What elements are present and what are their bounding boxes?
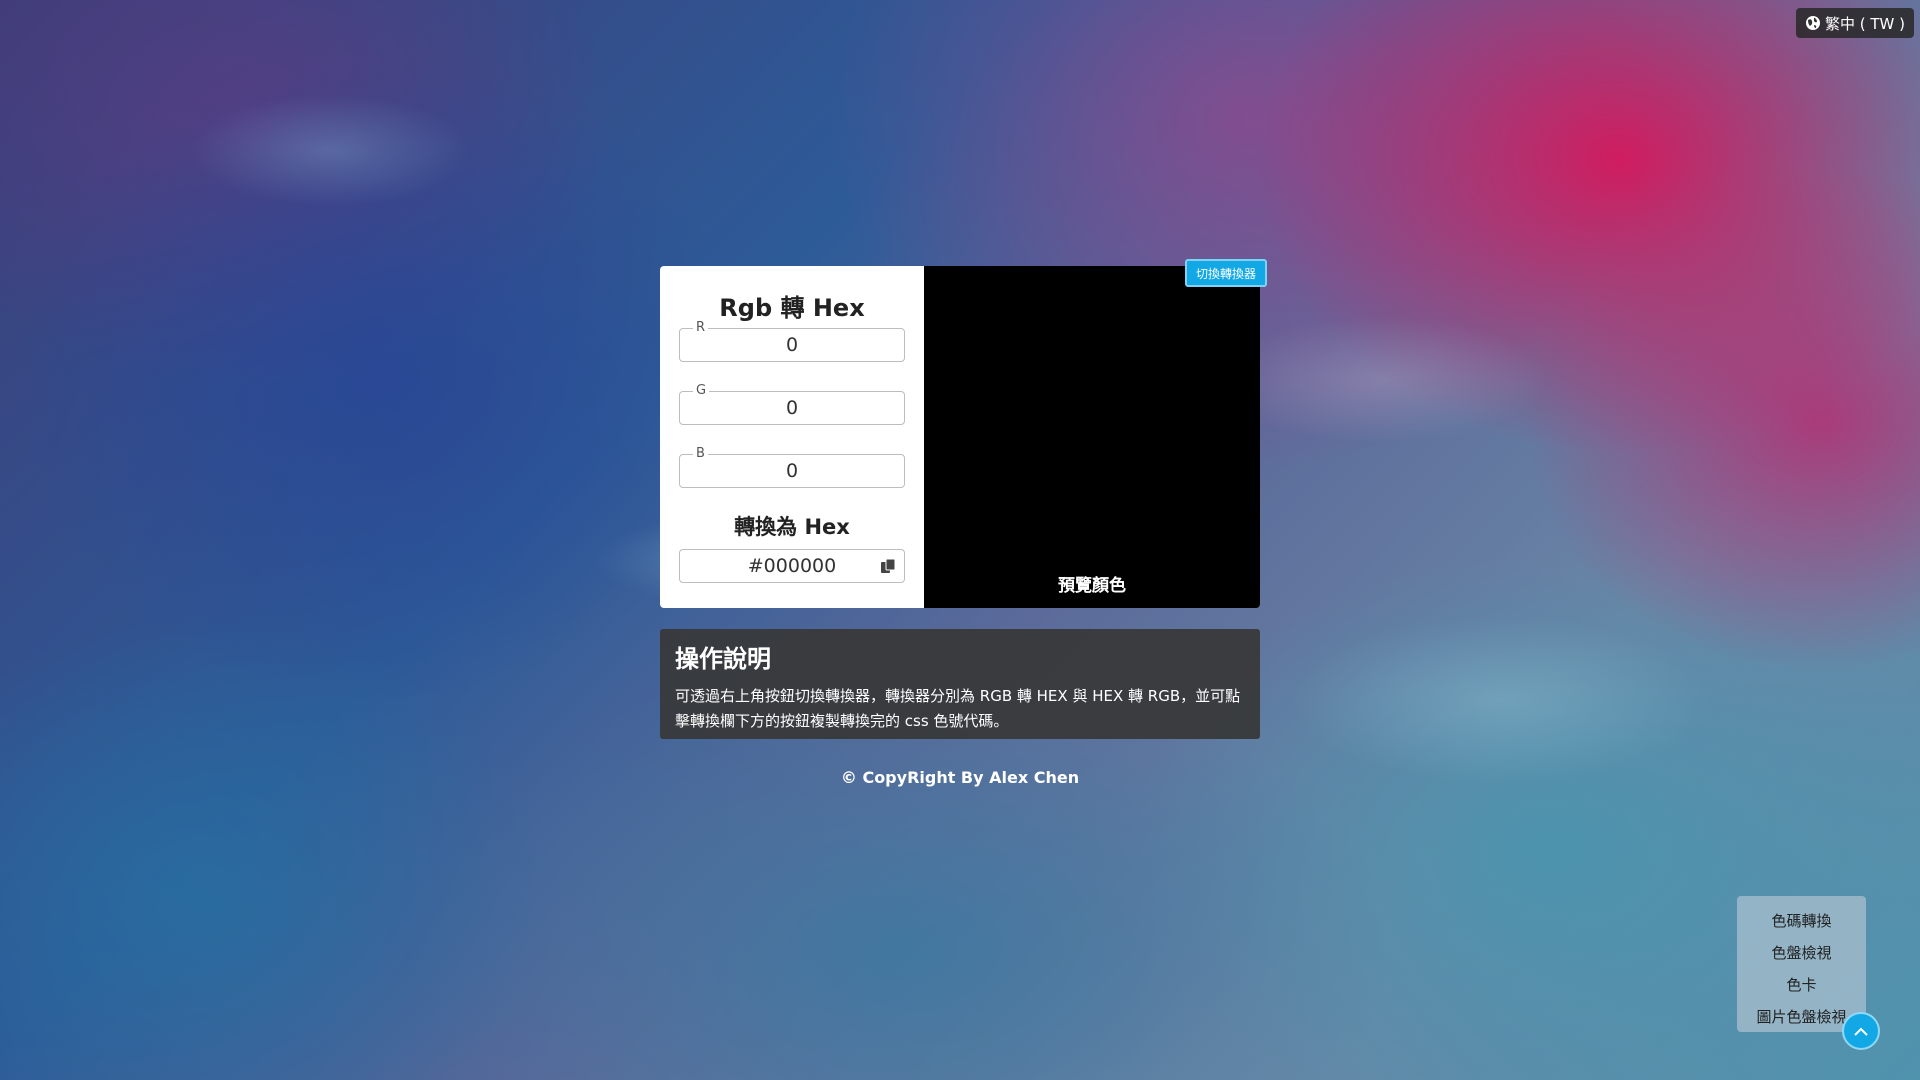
g-input[interactable]: G 0 bbox=[679, 383, 905, 425]
chevron-up-icon bbox=[1854, 1027, 1868, 1036]
g-value: 0 bbox=[785, 397, 799, 419]
converter-card: Rgb 轉 Hex R 0 G 0 B 0 轉換為 Hex #000000 預覽… bbox=[660, 259, 1267, 608]
language-button[interactable]: 繁中 ( TW ) bbox=[1796, 8, 1914, 38]
copy-icon[interactable] bbox=[880, 558, 896, 574]
converter-panel: Rgb 轉 Hex R 0 G 0 B 0 轉換為 Hex #000000 bbox=[660, 266, 924, 608]
copyright-text: © CopyRight By Alex Chen bbox=[840, 768, 1080, 787]
instructions-title: 操作說明 bbox=[675, 645, 771, 673]
hex-result-value: #000000 bbox=[747, 555, 837, 577]
g-label: G bbox=[693, 383, 710, 398]
r-value: 0 bbox=[785, 334, 799, 356]
b-value: 0 bbox=[785, 460, 799, 482]
b-label: B bbox=[693, 446, 708, 461]
switch-converter-button[interactable]: 切換轉換器 bbox=[1184, 259, 1267, 287]
color-preview: 預覽顏色 bbox=[924, 266, 1260, 608]
instructions-panel: 操作說明 可透過右上角按鈕切換轉換器，轉換器分別為 RGB 轉 HEX 與 HE… bbox=[660, 629, 1260, 739]
r-input[interactable]: R 0 bbox=[679, 320, 905, 362]
menu-item-color-card[interactable]: 色卡 bbox=[1737, 968, 1866, 1000]
converter-title: Rgb 轉 Hex bbox=[719, 294, 865, 322]
globe-icon bbox=[1805, 16, 1820, 30]
hex-result-field[interactable]: #000000 bbox=[679, 549, 905, 583]
menu-item-color-convert[interactable]: 色碼轉換 bbox=[1737, 904, 1866, 936]
r-label: R bbox=[693, 320, 709, 335]
result-title: 轉換為 Hex bbox=[734, 515, 850, 539]
menu-item-palette-view[interactable]: 色盤檢視 bbox=[1737, 936, 1866, 968]
floating-menu: 色碼轉換 色盤檢視 色卡 圖片色盤檢視 bbox=[1737, 896, 1866, 1032]
instructions-text: 可透過右上角按鈕切換轉換器，轉換器分別為 RGB 轉 HEX 與 HEX 轉 R… bbox=[675, 687, 1241, 730]
menu-toggle-button[interactable] bbox=[1842, 1012, 1880, 1050]
preview-label: 預覽顏色 bbox=[1058, 576, 1126, 596]
language-label: 繁中 ( TW ) bbox=[1824, 14, 1905, 33]
b-input[interactable]: B 0 bbox=[679, 446, 905, 488]
